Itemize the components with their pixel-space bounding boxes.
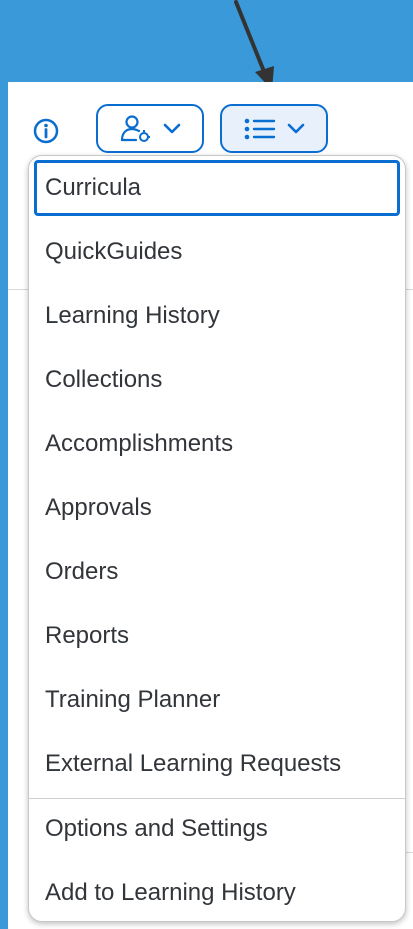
menu-item-curricula[interactable]: Curricula — [34, 160, 400, 216]
profile-menu-button[interactable] — [96, 104, 204, 153]
menu-item-quickguides[interactable]: QuickGuides — [34, 224, 400, 280]
menu-item-external-learning-requests[interactable]: External Learning Requests — [34, 736, 400, 792]
menu-item-training-planner[interactable]: Training Planner — [34, 672, 400, 728]
menu-item-orders[interactable]: Orders — [34, 544, 400, 600]
chevron-down-icon — [163, 123, 181, 133]
menu-separator — [29, 798, 405, 799]
list-menu-icon — [244, 118, 276, 139]
content-divider — [406, 852, 413, 853]
chevron-down-icon — [287, 123, 305, 133]
menu-item-approvals[interactable]: Approvals — [34, 480, 400, 536]
info-icon — [33, 118, 59, 144]
menu-item-add-to-learning-history[interactable]: Add to Learning History — [34, 865, 400, 921]
menu-item-reports[interactable]: Reports — [34, 608, 400, 664]
navigation-dropdown-menu: Curricula QuickGuides Learning History C… — [28, 155, 406, 922]
menu-item-learning-history[interactable]: Learning History — [34, 288, 400, 344]
menu-item-collections[interactable]: Collections — [34, 352, 400, 408]
info-button[interactable] — [31, 116, 61, 146]
navigation-menu-button[interactable] — [220, 104, 328, 153]
menu-item-accomplishments[interactable]: Accomplishments — [34, 416, 400, 472]
user-settings-icon — [120, 114, 150, 142]
menu-item-options-and-settings[interactable]: Options and Settings — [34, 801, 400, 857]
